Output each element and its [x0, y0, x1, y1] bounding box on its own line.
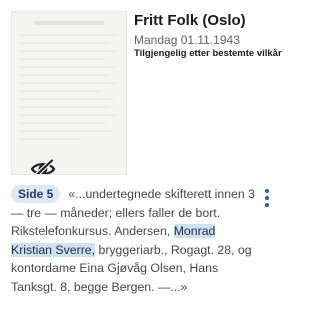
search-result-card[interactable]: Fritt Folk (Oslo) Mandag 01.11.1943 Tilg…: [0, 0, 285, 310]
eye-slash-icon: [30, 159, 56, 174]
thumbnail-text-line: [20, 34, 118, 36]
thumbnail-masthead: [34, 21, 104, 25]
thumbnail-text-line: [20, 106, 110, 108]
access-status: Tilgjengelig etter bestemte vilkår: [134, 48, 282, 59]
publication-date: Mandag 01.11.1943: [134, 33, 240, 47]
thumbnail-text-line: [20, 138, 80, 140]
thumbnail-text-line: [20, 66, 115, 68]
more-vert-icon-dot: [265, 189, 269, 193]
newspaper-thumbnail[interactable]: [11, 11, 127, 175]
newspaper-title[interactable]: Fritt Folk (Oslo): [134, 12, 246, 29]
thumbnail-text-line: [20, 130, 113, 132]
thumbnail-text-line: [20, 82, 117, 84]
thumbnail-text-line: [20, 98, 114, 100]
thumbnail-text-line: [20, 90, 100, 92]
thumbnail-text-line: [20, 74, 108, 76]
thumbnail-text-line: [20, 50, 116, 52]
search-snippet: Side 5 «...undertegnede skifterett innen …: [11, 185, 257, 296]
thumbnail-text-line: [20, 58, 104, 60]
thumbnail-text-line: [20, 42, 110, 44]
more-vert-icon-dot: [265, 203, 269, 207]
more-options-button[interactable]: [258, 187, 276, 209]
more-vert-icon-dot: [265, 196, 269, 200]
page-badge[interactable]: Side 5: [11, 185, 61, 203]
thumbnail-text-line: [20, 114, 116, 116]
thumbnail-text-line: [20, 122, 106, 124]
